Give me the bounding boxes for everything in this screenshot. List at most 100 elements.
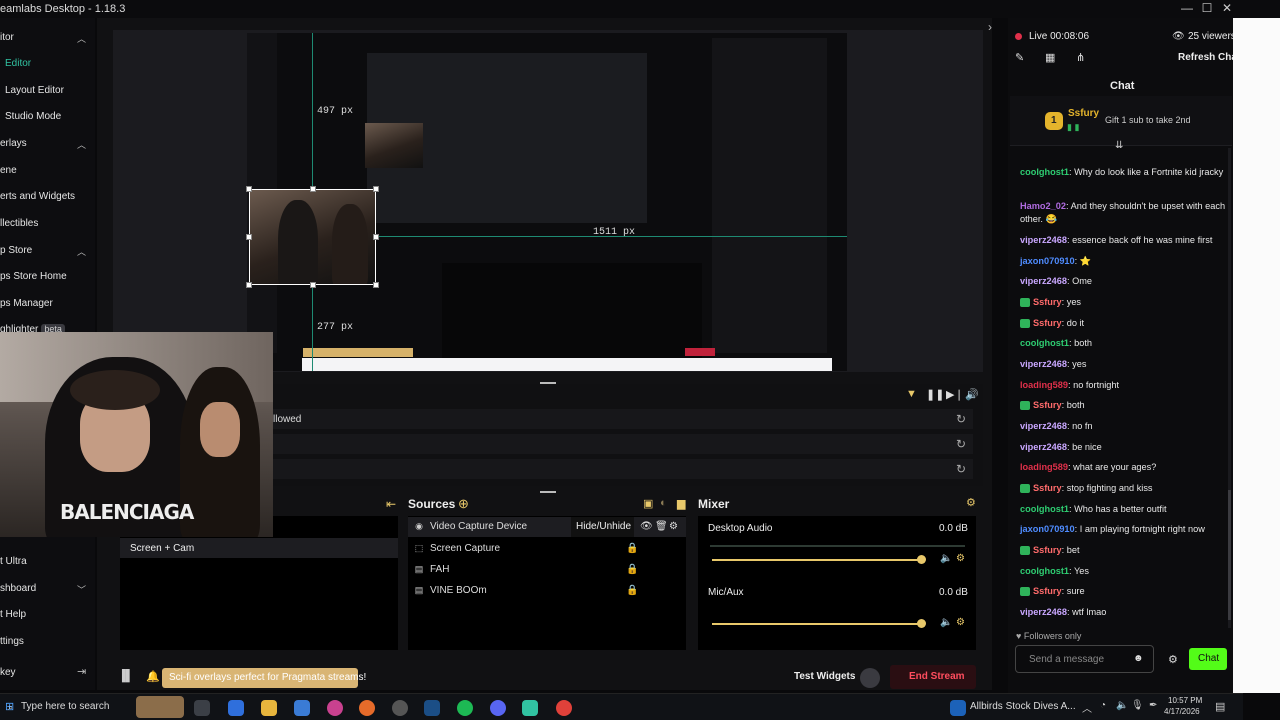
chat-username[interactable]: viperz2468 [1020, 276, 1067, 286]
volume-slider[interactable] [712, 559, 922, 561]
chat-username[interactable]: loading589 [1020, 462, 1068, 472]
sidebar-item-overlays[interactable]: erlays [0, 138, 27, 149]
sidebar-item-apps-store-home[interactable]: ps Store Home [0, 271, 67, 282]
chat-username[interactable]: Hamo2_02 [1020, 201, 1066, 211]
chat-username[interactable]: Ssfury [1033, 545, 1062, 555]
chat-username[interactable]: Ssfury [1033, 586, 1062, 596]
chevron-up-icon[interactable]: ︿ [77, 138, 86, 151]
notification-center-icon[interactable]: ▤ [1215, 700, 1225, 713]
volume-slider[interactable] [712, 623, 922, 625]
chat-username[interactable]: Ssfury [1033, 400, 1062, 410]
gear-icon[interactable]: ⚙ [669, 521, 678, 532]
sidebar-item-ultra[interactable]: t Ultra [0, 556, 27, 567]
source-settings-icon[interactable]: ▣ [643, 497, 653, 510]
chat-username[interactable]: coolghost1 [1020, 566, 1069, 576]
store-app-icon[interactable] [294, 700, 310, 716]
file-explorer-icon[interactable] [261, 700, 277, 716]
chat-username[interactable]: jaxon070910 [1020, 524, 1075, 534]
volume-icon[interactable]: 🔊 [965, 388, 979, 401]
collapse-chat-icon[interactable]: › [988, 20, 992, 34]
tray-chevron-icon[interactable]: ︿ [1082, 700, 1092, 715]
maximize-icon[interactable]: ☐ [1200, 1, 1214, 15]
news-icon[interactable] [950, 700, 966, 716]
source-item[interactable]: ▤ FAH [414, 564, 450, 575]
sidebar-item-hotkeys[interactable]: key [0, 667, 16, 678]
sidebar-item-apps-manager[interactable]: ps Manager [0, 298, 53, 309]
task-view-icon[interactable] [194, 700, 210, 716]
search-icon[interactable]: ⌕ [8, 702, 13, 713]
sidebar-item-studio-mode[interactable]: Studio Mode [5, 111, 61, 122]
chat-username[interactable]: viperz2468 [1020, 235, 1067, 245]
gear-icon[interactable]: ⚙ [956, 617, 965, 628]
skip-icon[interactable]: ▶❘ [946, 388, 964, 401]
mic-icon[interactable]: 🎙 [1131, 700, 1144, 711]
chrome-icon[interactable] [556, 700, 572, 716]
chat-username[interactable]: loading589 [1020, 380, 1068, 390]
chat-username[interactable]: Ssfury [1033, 297, 1062, 307]
spotify-icon[interactable] [457, 700, 473, 716]
chat-username[interactable]: coolghost1 [1020, 504, 1069, 514]
sidebar-item-editor-group[interactable]: itor [0, 32, 14, 43]
news-ticker[interactable]: Allbirds Stock Dives A... [970, 701, 1076, 712]
sidebar-item-alerts-widgets[interactable]: erts and Widgets [0, 191, 75, 202]
firefox-icon[interactable] [359, 700, 375, 716]
clock-time[interactable]: 10:57 PM [1168, 696, 1202, 705]
resize-handle[interactable] [373, 234, 379, 240]
speaker-icon[interactable]: 🔈 [1116, 700, 1128, 711]
pause-icon[interactable]: ❚❚ [926, 388, 944, 401]
minimize-icon[interactable]: — [1180, 1, 1194, 15]
chat-username[interactable]: jaxon070910 [1020, 256, 1075, 266]
mixer-settings-icon[interactable]: ⚙ [966, 496, 976, 509]
mute-icon[interactable]: 🔈 [940, 553, 952, 564]
sidebar-item-scene[interactable]: ene [0, 165, 17, 176]
chat-username[interactable]: coolghost1 [1020, 338, 1069, 348]
chevron-up-icon[interactable]: ︿ [77, 245, 86, 258]
resize-handle[interactable] [373, 282, 379, 288]
sidebar-item-collectibles[interactable]: llectibles [0, 218, 38, 229]
source-item[interactable]: ▤ VINE BOOm [414, 585, 487, 596]
sidebar-item-editor[interactable]: Editor [5, 58, 31, 69]
chat-username[interactable]: viperz2468 [1020, 421, 1067, 431]
source-item[interactable]: ⬚ Screen Capture [414, 543, 500, 554]
notification-icon[interactable]: 🔔 [146, 670, 160, 683]
discord-icon[interactable] [490, 700, 506, 716]
add-source-icon[interactable]: ⊕ [458, 496, 469, 512]
logout-icon[interactable]: ⇥ [77, 665, 86, 678]
visibility-icon[interactable]: 👁 [640, 521, 653, 532]
sidebar-item-layout-editor[interactable]: Layout Editor [5, 85, 64, 96]
mute-icon[interactable]: 🔈 [940, 617, 952, 628]
collapse-icon[interactable]: ⇤ [386, 497, 396, 511]
chat-username[interactable]: Ssfury [1033, 318, 1062, 328]
sidebar-item-dashboard[interactable]: shboard [0, 583, 36, 594]
trash-icon[interactable]: 🗑 [655, 521, 668, 532]
volume-slider-knob[interactable] [917, 555, 926, 564]
resize-handle[interactable] [246, 282, 252, 288]
taskbar-search-input[interactable]: Type here to search [21, 701, 109, 712]
selected-webcam-source[interactable] [249, 189, 376, 285]
gear-icon[interactable]: ⚙ [956, 553, 965, 564]
test-widgets-button[interactable]: Test Widgets [794, 671, 855, 682]
chat-settings-icon[interactable]: ⚙ [1168, 653, 1178, 666]
refresh-chat-button[interactable]: Refresh Chat [1178, 52, 1240, 63]
stats-icon[interactable]: ▐▌ [118, 670, 134, 682]
chat-username[interactable]: Ssfury [1033, 483, 1062, 493]
steam-icon[interactable] [424, 700, 440, 716]
test-widgets-icon[interactable] [860, 668, 880, 688]
resize-handle[interactable] [310, 186, 316, 192]
folder-icon[interactable]: ▆ [677, 497, 685, 510]
scroll-down-icon[interactable]: ⇊ [1115, 140, 1123, 151]
chat-scrollbar-thumb[interactable] [1228, 490, 1231, 620]
resize-handle[interactable] [246, 186, 252, 192]
emoji-icon[interactable]: ☻ [1133, 653, 1144, 664]
pen-icon[interactable]: ✒ [1149, 700, 1157, 711]
streamlabs-icon[interactable] [522, 700, 538, 716]
chat-username[interactable]: viperz2468 [1020, 442, 1067, 452]
copilot-icon[interactable] [228, 700, 244, 716]
opera-icon[interactable] [327, 700, 343, 716]
filter-icon[interactable]: ▼ [906, 388, 917, 400]
lock-icon[interactable]: 🔒 [626, 543, 638, 554]
lock-icon[interactable]: 🔒 [626, 585, 638, 596]
selective-record-icon[interactable]: ◐ [660, 497, 667, 509]
chevron-down-icon[interactable]: ﹀ [77, 583, 86, 596]
sidebar-item-help[interactable]: t Help [0, 609, 26, 620]
